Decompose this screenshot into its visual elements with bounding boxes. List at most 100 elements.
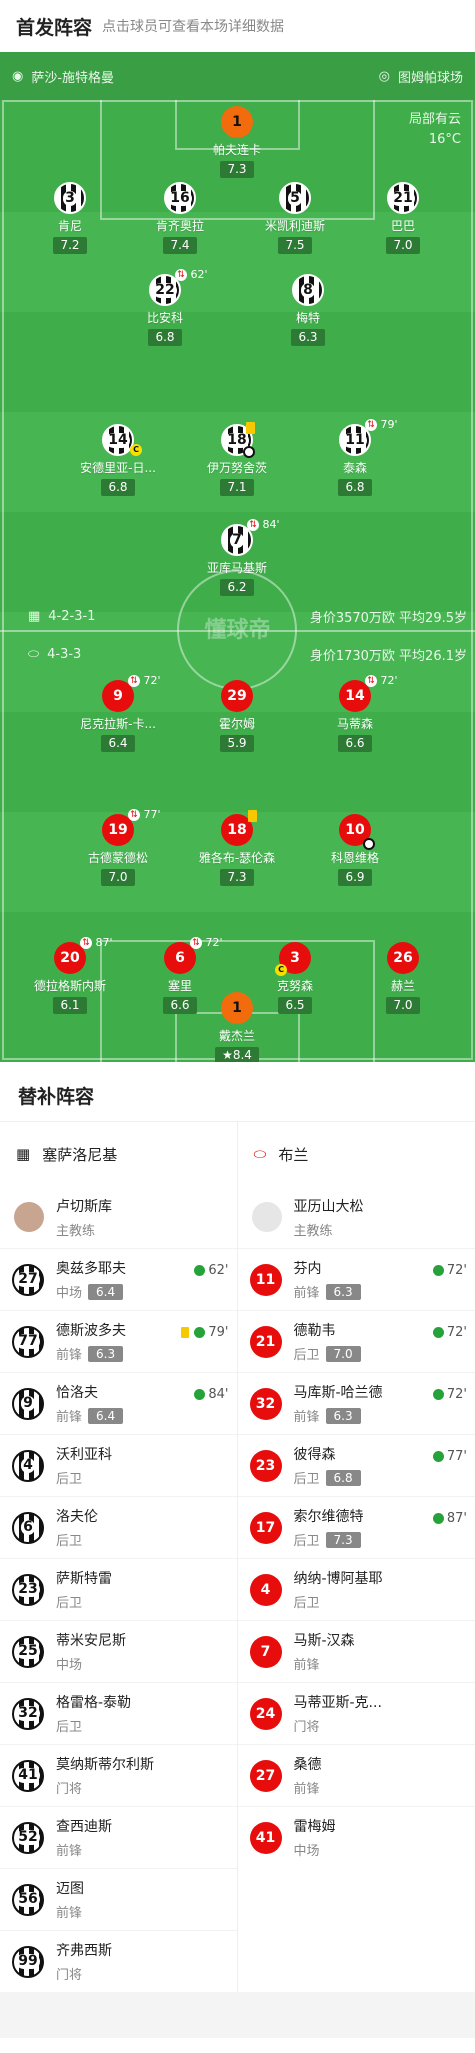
shirt-number: 56	[12, 1883, 44, 1916]
home-player-11[interactable]: 11 ⇅ 79' 泰森 6.8	[305, 418, 405, 496]
home-player-14[interactable]: 14 C 安德里亚-日... 6.8	[68, 424, 168, 496]
yellow-card-icon	[248, 810, 257, 822]
sub-on-time: 77'	[432, 1449, 467, 1464]
player-rating: 7.1	[220, 479, 254, 496]
player-position: 前锋	[56, 1906, 83, 1921]
player-position: 前锋	[56, 1348, 83, 1363]
shirt-number: 3	[54, 182, 86, 214]
sub-player-row[interactable]: 7 马斯-汉森 前锋	[237, 1620, 475, 1682]
shirt-number: 32	[12, 1697, 44, 1730]
home-player-21[interactable]: 21 巴巴 7.0	[353, 182, 453, 254]
player-name: 雷梅姆	[293, 1819, 336, 1835]
player-position: 门将	[293, 1720, 320, 1735]
player-position: 门将	[56, 1968, 83, 1983]
player-name: 肯尼	[57, 219, 82, 233]
sub-player-row[interactable]: 17 索尔维德特 后卫 7.3 87'	[237, 1496, 475, 1558]
away-team-row: ⬭ 布兰	[238, 1122, 475, 1186]
shirt-number: 41	[249, 1821, 282, 1854]
sub-player-row[interactable]: 11 芬内 前锋 6.3 72'	[237, 1248, 475, 1310]
shirt-number: 7	[249, 1635, 282, 1668]
player-name: 查西迪斯	[56, 1819, 112, 1835]
coach-avatar	[14, 1202, 44, 1232]
shirt-number: 16	[164, 182, 196, 214]
away-player-18[interactable]: 18 雅各布-瑟伦森 7.3	[187, 810, 287, 886]
away-player-9[interactable]: 9 ⇅ 72' 尼克拉斯-卡... 6.4	[68, 674, 168, 752]
shirt-number: 3C	[275, 942, 311, 976]
sub-on-time: 62'	[194, 1263, 229, 1278]
shirt-number: 10	[339, 814, 375, 850]
player-name: 索尔维德特	[293, 1509, 364, 1525]
away-player-29[interactable]: 29 霍尔姆 5.9	[187, 680, 287, 752]
player-name: 桑德	[293, 1757, 322, 1773]
shirt-number: 26	[387, 942, 419, 974]
sub-player-row[interactable]: 4 纳纳-博阿基耶 后卫	[237, 1558, 475, 1620]
player-name: 莫纳斯蒂尔利斯	[56, 1757, 154, 1773]
away-player-14[interactable]: 14 ⇅ 72' 马蒂森 6.6	[305, 674, 405, 752]
player-rating: 6.4	[88, 1283, 124, 1300]
home-player-1[interactable]: 1 帕夫连卡 7.3	[187, 106, 287, 178]
away-player-1[interactable]: 1 戴杰兰 ★8.4	[187, 992, 287, 1062]
sub-player-row[interactable]: 4 沃利亚科 后卫	[0, 1434, 237, 1496]
player-rating: 7.2	[53, 237, 87, 254]
player-rating: 7.0	[101, 869, 135, 886]
away-player-10[interactable]: 10 科恩维格 6.9	[305, 814, 405, 886]
away-team-name: 布兰	[278, 1145, 309, 1164]
home-player-16[interactable]: 16 肯齐奥拉 7.4	[130, 182, 230, 254]
away-player-19[interactable]: 19 ⇅ 77' 古德蒙德松 7.0	[68, 808, 168, 886]
sub-player-row[interactable]: 56 迈图 前锋	[0, 1868, 237, 1930]
sub-on-icon	[194, 1389, 206, 1400]
sub-player-row[interactable]: 52 查西迪斯 前锋	[0, 1806, 237, 1868]
player-rating: 5.9	[220, 735, 254, 752]
sub-off-icon: ⇅ 87'	[80, 936, 113, 949]
sub-player-row[interactable]: 25 蒂米安尼斯 中场	[0, 1620, 237, 1682]
sub-player-row[interactable]: 41 雷梅姆中场	[237, 1806, 475, 1868]
player-name: 纳纳-博阿基耶	[293, 1571, 383, 1587]
away-coach[interactable]: 亚历山大松 主教练	[238, 1186, 475, 1248]
player-rating: 7.4	[163, 237, 197, 254]
coach-name: 卢切斯库	[56, 1198, 112, 1215]
sub-player-row[interactable]: 9 恰洛夫 前锋 6.4 84'	[0, 1372, 237, 1434]
sub-player-row[interactable]: 23 彼得森 后卫 6.8 77'	[237, 1434, 475, 1496]
venue: 图姆帕球场	[397, 70, 463, 86]
away-subs-column: ⬭ 布兰 亚历山大松 主教练 11 芬内 前锋 6.3 72' 21 德勒韦 后卫 7.0 72'…	[237, 1122, 475, 1992]
player-position: 后卫	[293, 1534, 320, 1549]
sub-player-row[interactable]: 27 奥兹多耶夫 中场 6.4 62'	[0, 1248, 237, 1310]
player-rating: 6.9	[338, 869, 372, 886]
sub-player-row[interactable]: 99 齐弗西斯 门将	[0, 1930, 237, 1992]
shirt-number: 5	[279, 182, 311, 214]
player-rating: 6.8	[148, 329, 182, 346]
player-rating: 6.1	[53, 997, 87, 1014]
away-player-26[interactable]: 26 赫兰 7.0	[353, 942, 453, 1014]
sub-player-row[interactable]: 24 马蒂亚斯-克... 门将	[237, 1682, 475, 1744]
home-player-8[interactable]: 8 梅特 6.3	[258, 274, 358, 346]
sub-player-row[interactable]: 41 莫纳斯蒂尔利斯 门将	[0, 1744, 237, 1806]
player-name: 洛夫伦	[56, 1509, 98, 1525]
sub-player-row[interactable]: 77 德斯波多夫 前锋 6.3 79'	[0, 1310, 237, 1372]
sub-player-row[interactable]: 32 马库斯-哈兰德 前锋 6.3 72'	[237, 1372, 475, 1434]
home-coach[interactable]: 卢切斯库 主教练	[0, 1186, 237, 1248]
home-player-3[interactable]: 3 肯尼 7.2	[20, 182, 120, 254]
sub-player-row[interactable]: 27 桑德 前锋	[237, 1744, 475, 1806]
home-player-5[interactable]: 5 米凯利迪斯 7.5	[245, 182, 345, 254]
shirt-number: 6	[12, 1511, 44, 1544]
player-rating: 6.8	[101, 479, 135, 496]
shirt-number: 32	[249, 1387, 282, 1420]
player-rating: ★8.4	[215, 1047, 259, 1062]
away-player-20[interactable]: 20 ⇅ 87' 德拉格斯内斯 6.1	[20, 936, 120, 1014]
coach-role: 主教练	[293, 1223, 333, 1239]
sub-player-row[interactable]: 32 格雷格-泰勒 后卫	[0, 1682, 237, 1744]
player-name: 齐弗西斯	[56, 1943, 112, 1959]
home-formation: 4-2-3-1	[48, 608, 96, 624]
player-name: 帕夫连卡	[212, 143, 261, 157]
shirt-number: 11	[249, 1263, 282, 1296]
home-player-22[interactable]: 22 ⇅ 62' 比安科 6.8	[115, 268, 215, 346]
home-player-18[interactable]: 18 伊万努舍茨 7.1	[187, 422, 287, 496]
home-player-7[interactable]: 7 ⇅ 84' 亚库马基斯 6.2	[187, 518, 287, 596]
sub-player-row[interactable]: 6 洛夫伦 后卫	[0, 1496, 237, 1558]
player-position: 中场	[293, 1844, 320, 1859]
player-position: 前锋	[293, 1410, 320, 1425]
sub-player-row[interactable]: 21 德勒韦 后卫 7.0 72'	[237, 1310, 475, 1372]
sub-player-row[interactable]: 23 萨斯特雷 后卫	[0, 1558, 237, 1620]
player-position: 后卫	[56, 1720, 83, 1735]
sub-on-time: 72'	[432, 1263, 467, 1278]
